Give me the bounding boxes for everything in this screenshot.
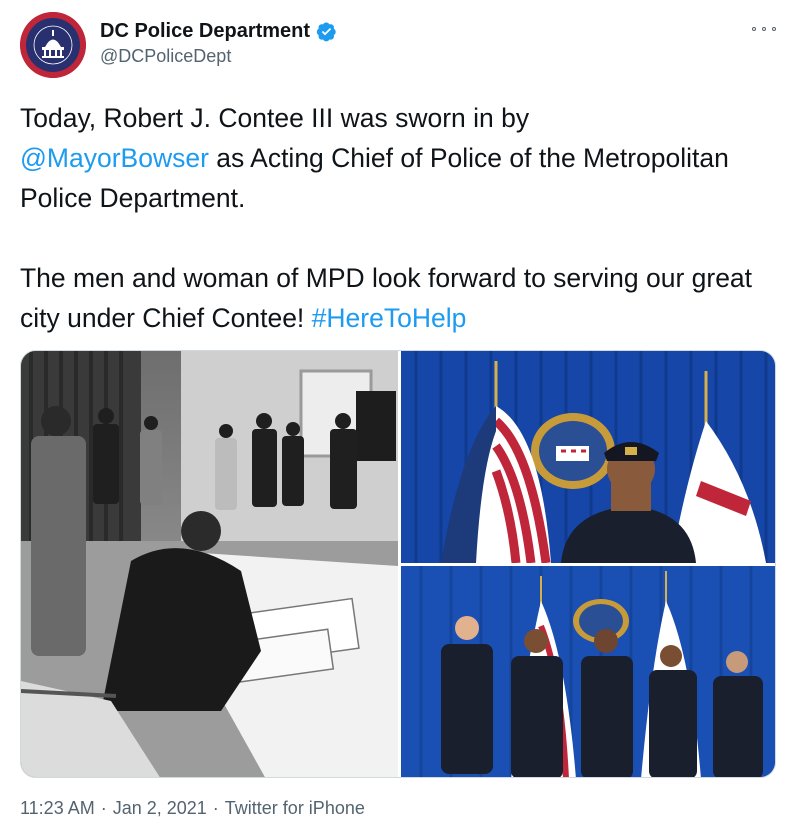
avatar[interactable] [20, 12, 86, 78]
tweet-date[interactable]: Jan 2, 2021 [113, 798, 207, 819]
mpd-seal-icon [20, 12, 86, 78]
tweet-paragraph-2: The men and woman of MPD look forward to… [20, 258, 780, 338]
separator: · [212, 798, 219, 818]
tweet-source[interactable]: Twitter for iPhone [225, 798, 365, 819]
tweet-text: Today, Robert J. Contee III was sworn in… [20, 98, 780, 338]
tweet-paragraph-1: Today, Robert J. Contee III was sworn in… [20, 98, 780, 218]
hashtag-link[interactable]: #HereToHelp [312, 303, 467, 333]
chief-portrait-photo[interactable] [401, 351, 775, 563]
tweet-metadata: 11:23 AM · Jan 2, 2021 · Twitter for iPh… [20, 798, 365, 819]
swearing-in-signing-photo[interactable] [21, 351, 398, 777]
command-staff-group-photo[interactable] [401, 566, 775, 777]
mention-link[interactable]: @MayorBowser [20, 143, 209, 173]
more-options-icon[interactable] [752, 22, 776, 36]
separator: · [100, 798, 107, 818]
verified-badge-icon [316, 21, 337, 42]
media-grid[interactable] [20, 350, 776, 778]
author-handle[interactable]: @DCPoliceDept [100, 46, 231, 67]
tweet-text-part: Today, Robert J. Contee III was sworn in… [20, 103, 530, 133]
tweet-time[interactable]: 11:23 AM [20, 798, 95, 819]
author-name-row[interactable]: DC Police Department [100, 18, 337, 44]
display-name[interactable]: DC Police Department [100, 20, 310, 43]
